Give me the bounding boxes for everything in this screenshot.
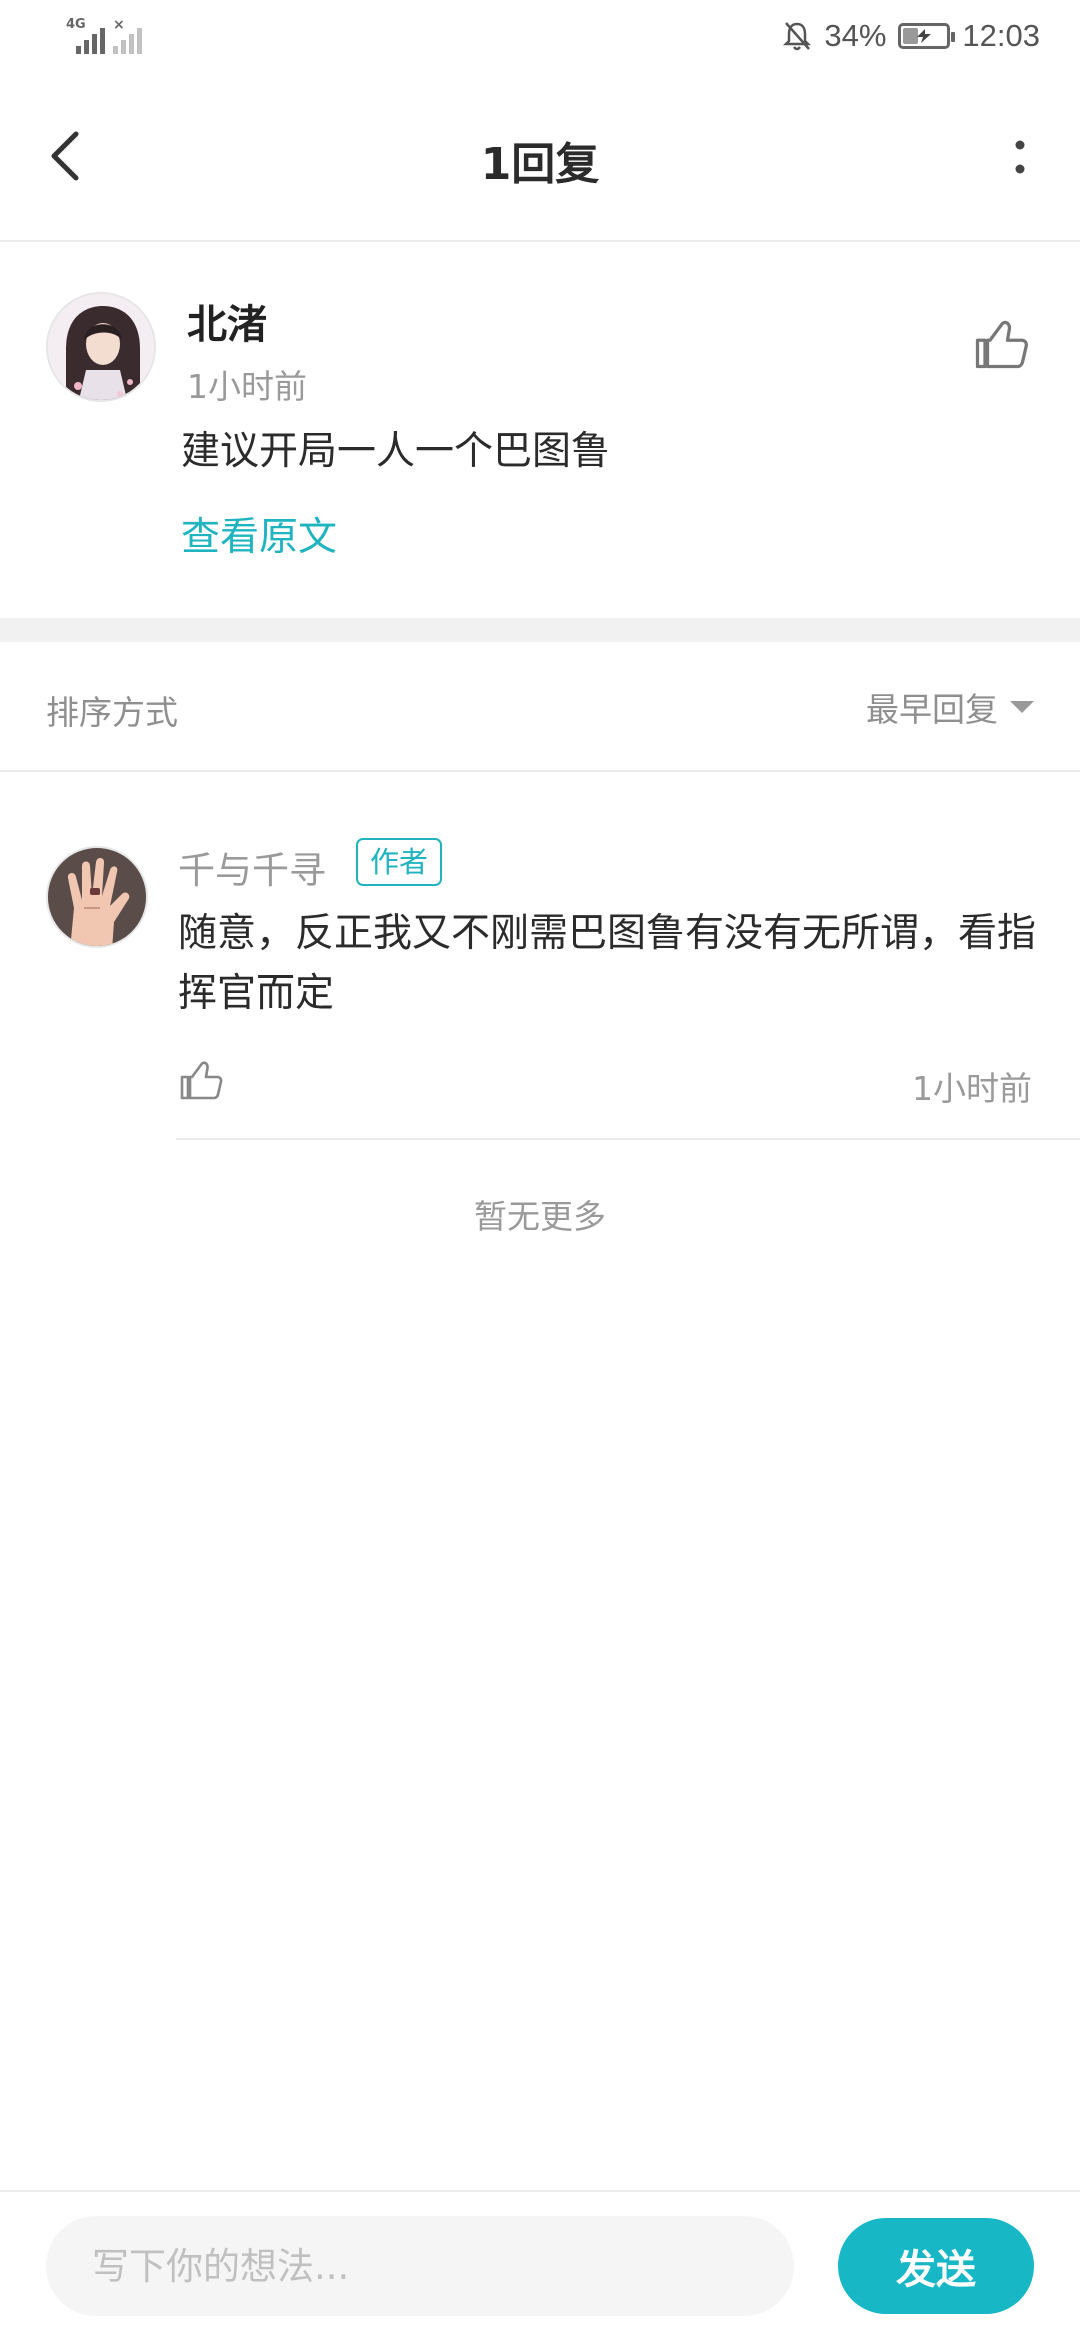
thumbs-up-icon [180, 1061, 223, 1100]
reply-like-button[interactable] [176, 1056, 224, 1104]
avatar-image [48, 848, 146, 946]
mute-bell-icon [783, 22, 812, 51]
send-button[interactable]: 发送 [838, 2218, 1034, 2314]
section-divider [0, 618, 1080, 642]
signal-group: 4G × [66, 18, 142, 54]
avatar[interactable] [46, 846, 148, 948]
no-more-label: 暂无更多 [474, 1197, 606, 1236]
more-button[interactable] [990, 122, 1050, 192]
comment-time: 1小时前 [187, 367, 307, 406]
sort-bar: 排序方式 最早回复 [0, 642, 1080, 772]
status-bar: 4G × 34% 12:03 [0, 0, 1080, 72]
avatar-image [48, 294, 154, 400]
network-type-label: 4G [66, 17, 86, 32]
comment-input[interactable] [46, 2216, 794, 2316]
comment-composer: 发送 [0, 2190, 1080, 2340]
sort-label: 排序方式 [46, 693, 178, 732]
no-signal-icon: × [113, 18, 142, 54]
comment-text: 建议开局一人一个巴图鲁 [181, 429, 611, 474]
avatar[interactable] [46, 292, 156, 402]
sort-dropdown[interactable]: 最早回复 [866, 682, 1034, 732]
top-nav-bar: 1回复 [0, 72, 1080, 242]
reply-divider [176, 1138, 1080, 1140]
status-right: 34% 12:03 [782, 14, 1040, 58]
caret-down-icon [1010, 701, 1034, 713]
clock: 12:03 [962, 18, 1040, 53]
reply-time: 1小时前 [912, 1069, 1032, 1108]
charging-bolt-icon [917, 29, 932, 43]
author-badge: 作者 [356, 838, 443, 886]
thumbs-up-icon [975, 320, 1028, 369]
view-original-link[interactable]: 查看原文 [181, 506, 337, 562]
original-comment: 北渚 1小时前 建议开局一人一个巴图鲁 查看原文 [0, 242, 1080, 618]
page-title: 1回复 [480, 139, 600, 190]
reply-item: 千与千寻 作者 随意，反正我又不刚需巴图鲁有没有无所谓，看指挥官而定 1小时前 [0, 774, 1080, 1142]
reply-author[interactable]: 千与千寻 [178, 840, 326, 894]
comment-author[interactable]: 北渚 [187, 292, 267, 350]
like-button[interactable] [970, 314, 1030, 374]
sort-selected-value: 最早回复 [866, 690, 998, 729]
more-vertical-icon [1015, 140, 1025, 174]
battery-icon [898, 23, 956, 49]
battery-percent: 34% [824, 18, 887, 53]
reply-text: 随意，反正我又不刚需巴图鲁有没有无所谓，看指挥官而定 [178, 911, 1037, 1016]
